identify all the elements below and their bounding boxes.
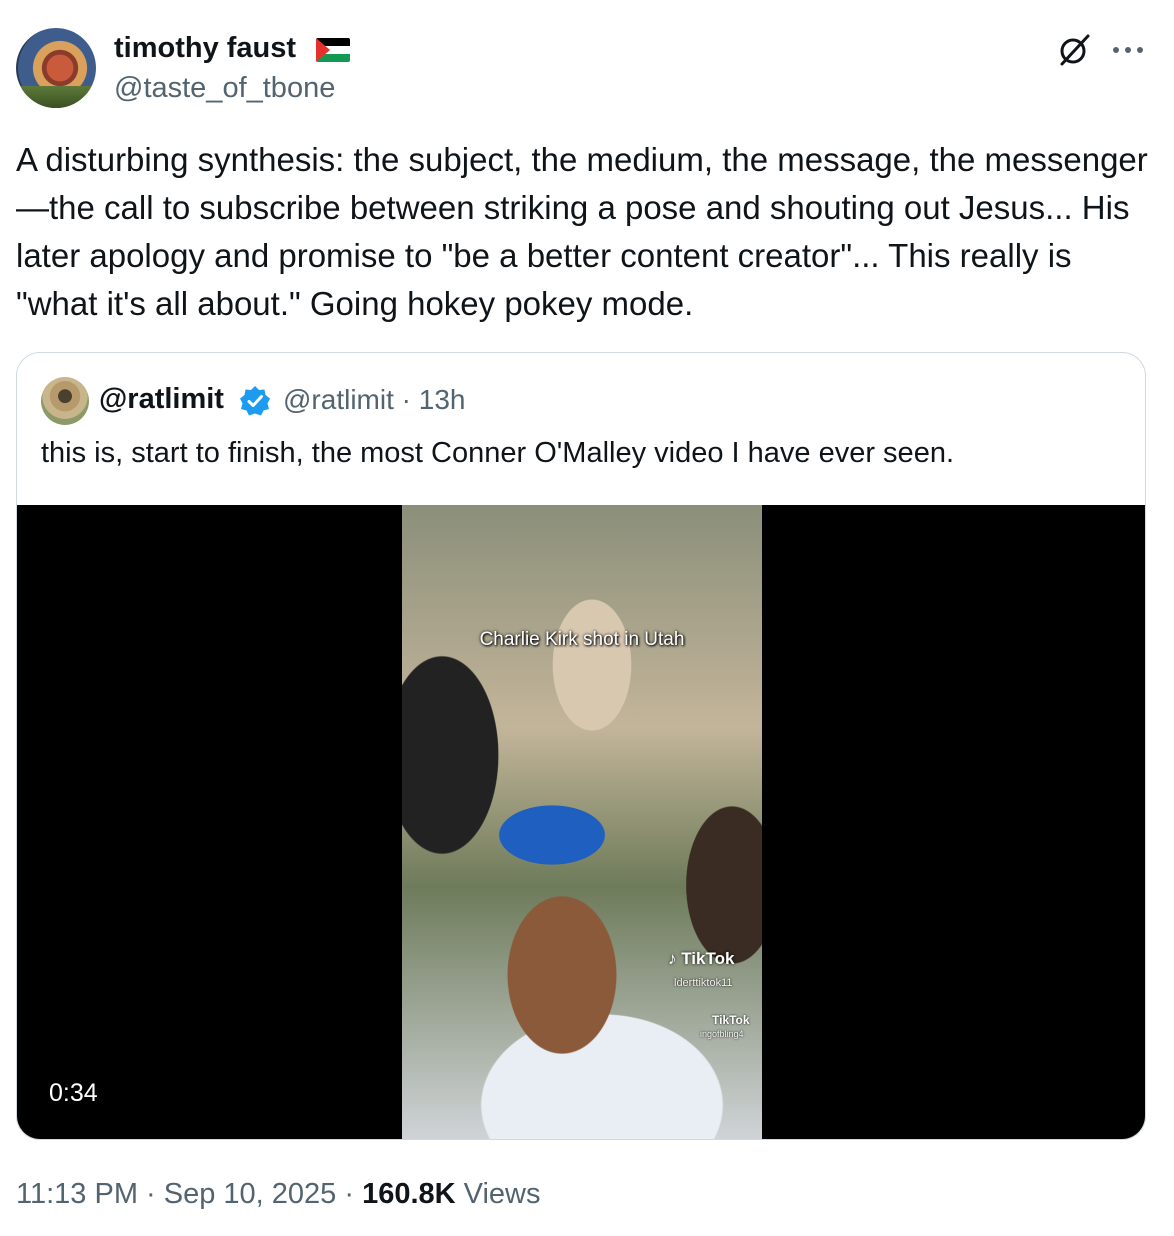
tiktok-watermark: ♪ TikTok [668,949,735,968]
tweet-text: A disturbing synthesis: the subject, the… [16,141,1148,322]
tiktok-watermark-2: TikTok [712,1013,750,1027]
author-avatar[interactable] [16,28,96,108]
quoted-handle-time: @ratlimit · 13h [283,384,466,415]
quoted-tweet[interactable]: @ratlimit @ratlimit · 13h this is, start… [16,352,1146,1140]
tweet-date[interactable]: Sep 10, 2025 [164,1178,337,1210]
meta-separator: · [146,1178,164,1210]
tiktok-watermark-text: TikTok [681,949,735,968]
grok-icon[interactable] [1056,32,1092,68]
video-player[interactable]: Charlie Kirk shot in Utah ♪ TikTok ldert… [17,505,1145,1139]
more-icon[interactable] [1108,32,1148,68]
tweet-card: timothy faust @taste_of_tbone A disturbi… [0,0,1174,1236]
quoted-author-name[interactable]: @ratlimit [99,383,224,416]
tweet-meta: 11:13 PM · Sep 10, 2025 · 160.8K Views [16,1178,541,1211]
verified-badge-icon [240,386,270,416]
quoted-tweet-text: this is, start to finish, the most Conne… [41,437,955,469]
palestine-flag-icon [316,38,350,62]
tweet-time[interactable]: 11:13 PM [16,1178,138,1210]
quoted-author-avatar[interactable] [41,377,89,425]
views-label: Views [463,1178,541,1210]
tiktok-watermark-user: lderttiktok11 [674,977,733,989]
video-duration: 0:34 [49,1079,98,1107]
author-handle[interactable]: @taste_of_tbone [114,72,335,105]
author-display-name[interactable]: timothy faust [114,32,296,65]
meta-separator: · [344,1178,363,1210]
video-caption: Charlie Kirk shot in Utah [479,629,685,650]
video-frame[interactable]: Charlie Kirk shot in Utah ♪ TikTok ldert… [402,505,762,1139]
tiktok-watermark-user-2: ingofbling4 [700,1029,744,1039]
views-count: 160.8K [362,1178,456,1210]
